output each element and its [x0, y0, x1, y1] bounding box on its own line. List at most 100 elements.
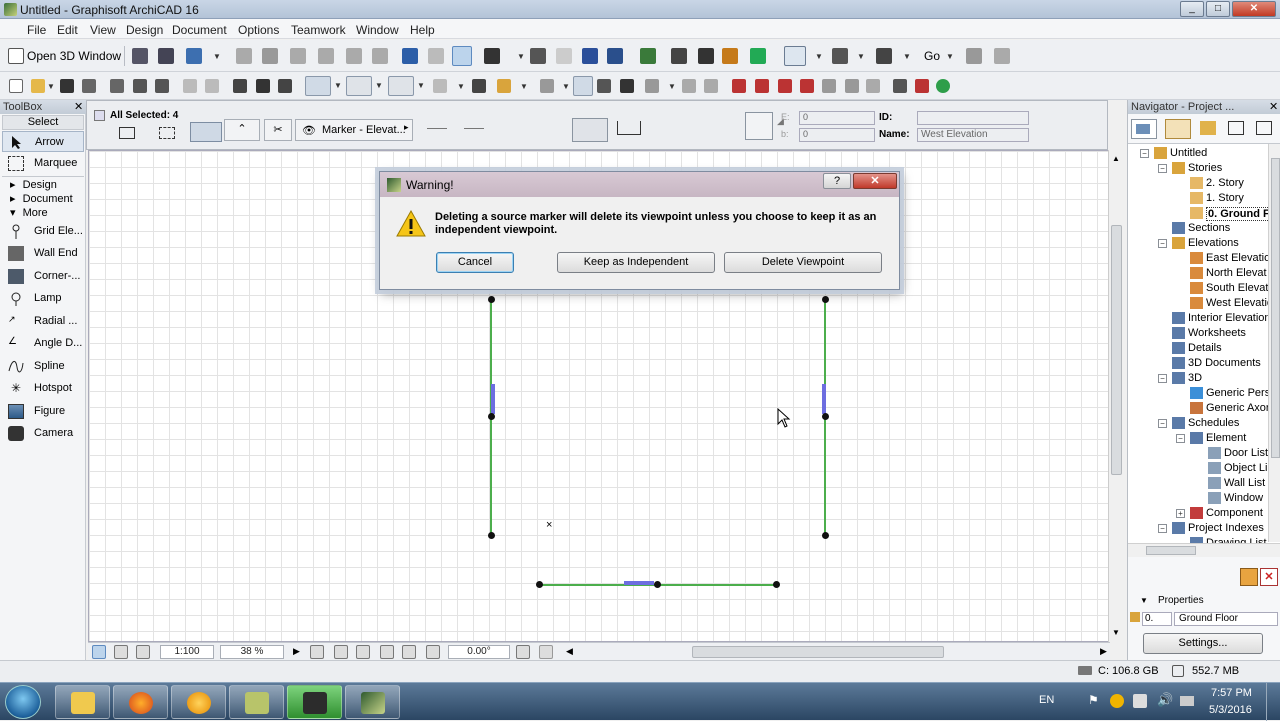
go-button[interactable]: Go	[924, 49, 940, 63]
infobox-toggle-icon[interactable]	[94, 110, 105, 121]
tray-device-icon[interactable]	[1133, 694, 1147, 708]
tree-expander[interactable]: −	[1158, 239, 1167, 248]
view-fit-icon[interactable]	[92, 645, 106, 659]
zoom-in-alt-icon[interactable]	[334, 645, 348, 659]
close-window-button[interactable]: ✕	[1232, 1, 1276, 17]
start-button[interactable]	[5, 685, 41, 719]
menu-document[interactable]: Document	[172, 23, 227, 37]
firefox-task[interactable]	[113, 685, 168, 719]
scissors-icon[interactable]	[582, 48, 598, 64]
archicad-task[interactable]	[345, 685, 400, 719]
new-icon[interactable]	[9, 79, 23, 93]
toolbox-close-icon[interactable]: ✕	[74, 100, 83, 113]
zoom-arrow-icon[interactable]: ▶	[293, 646, 300, 657]
markup-icon[interactable]	[722, 48, 738, 64]
tool-angle-dimension[interactable]: ∠ Angle D...	[2, 333, 84, 354]
rotate-icon[interactable]	[704, 79, 718, 93]
menu-teamwork[interactable]: Teamwork	[291, 23, 346, 37]
layout-book-button[interactable]	[1200, 121, 1216, 135]
tree-expander[interactable]: −	[1158, 524, 1167, 533]
redo-icon[interactable]	[205, 79, 219, 93]
layout-book-icon[interactable]	[876, 48, 892, 64]
navigation-icon[interactable]	[539, 645, 553, 659]
split-icon[interactable]	[755, 79, 769, 93]
open-icon[interactable]	[31, 79, 45, 93]
guide-lines-icon[interactable]	[388, 76, 414, 96]
flag-icon[interactable]: ⚑	[1088, 693, 1099, 707]
line-style-icon[interactable]	[427, 128, 447, 129]
window-view-icon[interactable]	[784, 46, 806, 66]
tool-lamp[interactable]: Lamp	[2, 288, 84, 309]
vertical-scroll-thumb[interactable]	[1111, 225, 1122, 475]
tool-grid-element[interactable]: Grid Ele...	[2, 221, 84, 242]
marker-shape-b-icon[interactable]	[617, 121, 641, 135]
lock-icon[interactable]	[540, 79, 554, 93]
model-icon[interactable]	[915, 79, 929, 93]
dialog-help-button[interactable]: ?	[823, 173, 851, 189]
group-design[interactable]: ▸ Design	[10, 178, 57, 191]
suspend-groups-icon[interactable]	[573, 76, 593, 96]
b-field[interactable]: 0	[799, 128, 875, 142]
pan-icon[interactable]	[346, 48, 362, 64]
rotate-view-icon[interactable]	[426, 645, 440, 659]
brush-icon[interactable]	[645, 79, 659, 93]
tool-figure[interactable]: Figure	[2, 401, 84, 422]
group-icon[interactable]	[497, 79, 511, 93]
camera-snapshot-icon[interactable]	[698, 48, 714, 64]
marker-head-icon[interactable]	[745, 112, 773, 140]
tree-expander[interactable]: +	[1176, 509, 1185, 518]
toolbox-select-header[interactable]: Select	[2, 115, 84, 130]
prop-number-field[interactable]: 0.	[1142, 612, 1172, 626]
zoom-3d-icon[interactable]	[372, 48, 388, 64]
minimize-button[interactable]: _	[1180, 1, 1204, 17]
prop-name-field[interactable]: Ground Floor	[1174, 612, 1278, 626]
orbit-icon[interactable]	[262, 48, 278, 64]
copy-layout-icon[interactable]	[428, 48, 444, 64]
wall-endpoint[interactable]	[773, 581, 780, 588]
marquee-method-icon[interactable]	[159, 127, 175, 139]
new-folder-button[interactable]	[1240, 568, 1258, 586]
tree-expander[interactable]: −	[1140, 149, 1149, 158]
tree-hscrollbar[interactable]	[1128, 543, 1280, 557]
delete-x-icon[interactable]	[620, 79, 634, 93]
tool-corner-window[interactable]: Corner-...	[2, 266, 84, 287]
walk-icon[interactable]	[236, 48, 252, 64]
find-select-icon[interactable]	[233, 79, 247, 93]
zoom-in-icon[interactable]	[310, 645, 324, 659]
menu-view[interactable]: View	[90, 23, 116, 37]
menu-edit[interactable]: Edit	[57, 23, 78, 37]
tray-app-icon[interactable]	[1110, 694, 1124, 708]
volume-icon[interactable]: 🔊	[1157, 692, 1173, 708]
tree-vscrollbar[interactable]	[1268, 144, 1280, 542]
orientation-icon[interactable]	[516, 645, 530, 659]
navigator-close-icon[interactable]: ✕	[1269, 100, 1278, 113]
copy-icon[interactable]	[133, 79, 147, 93]
syringe-icon[interactable]	[278, 79, 292, 93]
media-task[interactable]	[171, 685, 226, 719]
eraser-icon[interactable]	[556, 48, 572, 64]
vertical-scrollbar[interactable]: ▲ ▼	[1108, 150, 1124, 642]
grid-snap-icon[interactable]	[433, 79, 447, 93]
camtasia-task[interactable]	[287, 685, 342, 719]
adjust-icon[interactable]	[845, 79, 859, 93]
project-tree[interactable]: − Untitled − Stories 2. Story 1. Story 0. Grou…	[1128, 143, 1280, 543]
elevation-marker-left[interactable]	[491, 384, 495, 414]
scale-field[interactable]: 1:100	[160, 645, 214, 659]
render-icon[interactable]	[484, 48, 500, 64]
delete-item-button[interactable]: ✕	[1260, 568, 1278, 586]
zoom-field[interactable]: 38 %	[220, 645, 284, 659]
explorer-task[interactable]	[55, 685, 110, 719]
elevation-marker-right[interactable]	[822, 384, 826, 414]
dialog-close-button[interactable]: ✕	[853, 173, 897, 189]
tool-arrow[interactable]: Arrow	[2, 131, 84, 152]
tool-spline[interactable]: Spline	[2, 356, 84, 377]
wall-endpoint[interactable]	[654, 581, 661, 588]
wall-endpoint[interactable]	[822, 532, 829, 539]
tool-radial-dimension[interactable]: ↗ Radial ...	[2, 311, 84, 332]
pan-hand-icon[interactable]	[380, 645, 394, 659]
zoom-fit-icon[interactable]	[114, 645, 128, 659]
horizontal-scroll-thumb[interactable]	[692, 646, 944, 658]
zoom-previous-icon[interactable]	[136, 645, 150, 659]
archicad-plan-task[interactable]	[229, 685, 284, 719]
name-field[interactable]: West Elevation	[917, 128, 1029, 142]
